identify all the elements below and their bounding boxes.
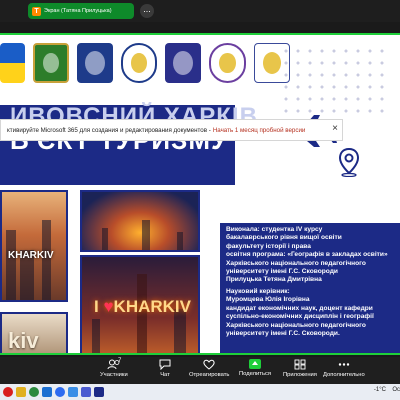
department-emblem-icon <box>165 43 202 83</box>
weather-widget[interactable]: -1°C <box>374 387 386 393</box>
share-label: Поделиться <box>239 371 272 377</box>
sharer-avatar-icon: Т <box>32 6 41 16</box>
supervisor-line: університету імені Г.С. Сковороди. <box>226 330 340 338</box>
heart-icon: ♥ <box>103 297 114 316</box>
supervisor-line: Науковий керівник: <box>226 288 290 295</box>
screen-share-indicator[interactable]: Т Экран (Татяна Прилуцька) <box>28 3 134 19</box>
apps-label: Приложения <box>283 372 317 378</box>
more-label: Дополнительно <box>323 372 365 378</box>
share-screen-icon <box>249 359 261 369</box>
file-explorer-icon[interactable] <box>16 387 26 397</box>
windows-taskbar: -1°C Ос <box>0 384 400 400</box>
kharkiv-letters-photo: kiv <box>0 312 68 353</box>
zoom-icon[interactable] <box>55 387 65 397</box>
supervisor-line: Муромцева Юлія Ігорівна <box>226 296 310 304</box>
author-line: університету імені Г.С. Сковороди <box>226 268 338 276</box>
supervisor-line: Харківського національного педагогічного <box>226 321 366 329</box>
author-line: факультету історії і права <box>226 242 311 250</box>
teams-icon[interactable] <box>81 387 91 397</box>
chat-label: Чат <box>160 372 170 378</box>
apps-grid-icon <box>294 359 306 370</box>
screen-share-bar: Т Экран (Татяна Прилуцька) ... <box>0 0 400 22</box>
react-label: Отреагировать <box>189 372 230 378</box>
edge-icon[interactable] <box>68 387 78 397</box>
university-emblem-icon <box>77 43 114 83</box>
photo-label-kiv: kiv <box>8 328 39 353</box>
author-info-box: Виконала: студентка ІV курсу бакалаврськ… <box>220 223 400 288</box>
author-line: Виконала: студентка ІV курсу <box>226 226 323 233</box>
react-button[interactable]: Отреагировать <box>189 359 229 378</box>
logo-row <box>0 43 290 87</box>
participants-label: Участники <box>100 372 128 378</box>
chrome-icon[interactable] <box>29 387 39 397</box>
participants-button[interactable]: 7 Участники <box>100 358 128 378</box>
supervisor-line: суспільно-економічних дисциплін і геогра… <box>226 313 374 321</box>
more-dots-icon <box>338 363 350 366</box>
decorative-dot-grid <box>280 45 390 115</box>
close-icon[interactable]: × <box>332 123 338 134</box>
opera-icon[interactable] <box>3 387 13 397</box>
banner-text: ктивируйте Microsoft 365 для создания и … <box>7 126 211 134</box>
screen-share-label: Экран (Татяна Прилуцька) <box>44 8 112 14</box>
author-line: Прилуцька Тетяна Дмитрівна <box>226 276 322 284</box>
word-icon[interactable] <box>42 387 52 397</box>
shared-slide: ИВОВСНИЙ ХАРКІВ Б'ЄКТ ТУРИЗМУ KHARKIV I … <box>0 33 400 355</box>
zoom-window: Т Экран (Татяна Прилуцька) ... ИВОВСНИЙ … <box>0 0 400 400</box>
location-pin-icon <box>338 147 360 177</box>
photo-label-i-love-kharkiv: I ♥KHARKIV <box>94 297 191 316</box>
kharkiv-coat-of-arms-icon <box>32 43 69 83</box>
share-screen-button[interactable]: Поделиться <box>239 359 271 377</box>
taskbar-overflow-text: Ос <box>392 387 400 393</box>
trial-link[interactable]: Начать 1 месяц пробной версии <box>213 127 306 134</box>
share-more-button[interactable]: ... <box>140 4 154 18</box>
chat-button[interactable]: Чат <box>158 359 172 378</box>
faculty-emblem-icon <box>121 43 158 83</box>
supervisor-line: кандидат економічних наук, доцент кафедр… <box>226 304 373 312</box>
i-love-kharkiv-photo: I ♥KHARKIV <box>80 255 200 353</box>
kharkiv-collage-photo: KHARKIV <box>0 190 68 302</box>
microsoft-365-banner: ктивируйте Microsoft 365 для создания и … <box>0 119 343 141</box>
author-line: бакалаврського рівня вищої освіти <box>226 234 342 242</box>
supervisor-info-box: Науковий керівник: Муромцева Юлія Ігорів… <box>220 285 400 353</box>
meeting-toolbar: 7 Участники Чат Отреагировать Поделиться… <box>0 357 400 384</box>
author-line: освітня програма: «Географія в закладах … <box>226 251 388 259</box>
app-icon[interactable] <box>94 387 104 397</box>
apps-button[interactable]: Приложения <box>283 359 317 378</box>
night-city-photo <box>80 190 200 252</box>
more-button[interactable]: Дополнительно <box>323 359 365 378</box>
heart-outline-icon <box>203 359 215 370</box>
participants-count: 7 <box>118 358 122 364</box>
photo-label-kharkiv: KHARKIV <box>8 250 54 261</box>
ukraine-flag-icon <box>0 43 25 83</box>
author-line: Харківського національного педагогічного <box>226 259 366 267</box>
history-faculty-emblem-icon <box>209 43 246 83</box>
chat-icon <box>159 359 171 370</box>
